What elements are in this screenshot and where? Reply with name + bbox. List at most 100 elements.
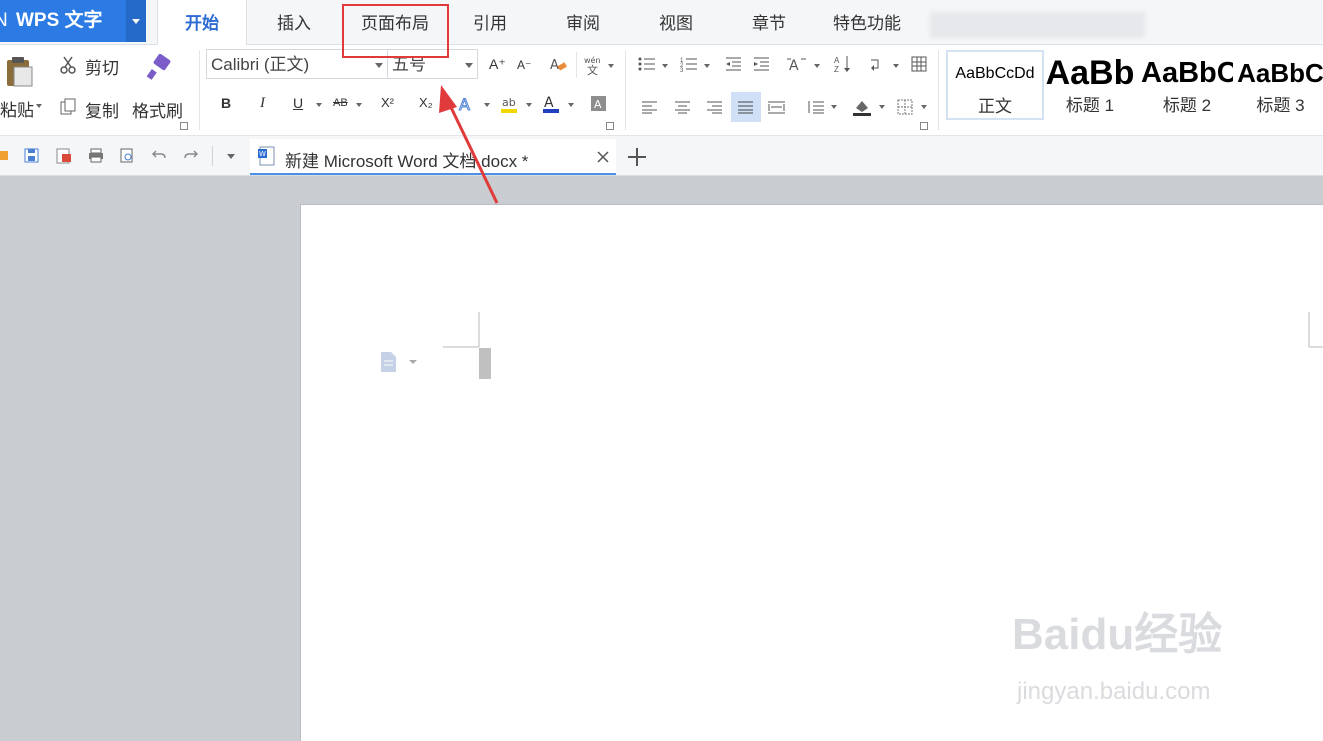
open-folder-icon[interactable] bbox=[0, 149, 8, 161]
format-painter-label[interactable]: 格式刷 bbox=[132, 97, 183, 122]
clipboard-dialog-launcher-icon[interactable] bbox=[180, 122, 188, 130]
line-spacing-icon[interactable] bbox=[807, 100, 825, 114]
highlight-dropdown-icon[interactable] bbox=[526, 103, 532, 107]
borders-icon[interactable] bbox=[897, 99, 913, 115]
paste-label[interactable]: 粘贴 bbox=[0, 96, 34, 121]
tab-view[interactable]: 视图 bbox=[636, 0, 716, 44]
increase-indent-icon[interactable] bbox=[754, 56, 770, 72]
annotation-highlight-box bbox=[342, 4, 449, 58]
export-pdf-icon[interactable] bbox=[56, 148, 72, 164]
tab-special-features[interactable]: 特色功能 bbox=[822, 0, 912, 44]
word-doc-icon: W bbox=[258, 146, 275, 166]
tab-label: 开始 bbox=[185, 14, 219, 33]
strikethrough-button[interactable]: AB bbox=[333, 97, 348, 109]
char-scale-dropdown-icon[interactable] bbox=[814, 64, 820, 68]
tab-insert[interactable]: 插入 bbox=[250, 0, 338, 44]
new-tab-plus-icon[interactable] bbox=[627, 147, 647, 167]
paragraph-layout-icon[interactable] bbox=[380, 350, 420, 374]
underline-button[interactable]: U bbox=[293, 95, 303, 111]
blurred-region bbox=[930, 12, 1145, 38]
italic-button[interactable]: I bbox=[260, 95, 265, 112]
style-name: 正文 bbox=[978, 97, 1012, 116]
paragraph-mark-icon[interactable] bbox=[869, 56, 885, 72]
style-name: 标题 3 bbox=[1256, 96, 1305, 115]
clear-format-icon[interactable]: A bbox=[550, 56, 568, 74]
phonetic-guide-icon[interactable]: wén 文 bbox=[583, 54, 605, 76]
style-heading-1[interactable]: AaBb 标题 1 bbox=[1044, 50, 1136, 118]
cut-label[interactable]: 剪切 bbox=[85, 54, 119, 79]
scissors-icon[interactable] bbox=[60, 56, 76, 74]
distributed-align-icon[interactable] bbox=[768, 100, 786, 114]
style-name: 标题 2 bbox=[1162, 96, 1212, 115]
shading-dropdown-icon[interactable] bbox=[879, 105, 885, 109]
grow-font-icon[interactable]: A⁺ bbox=[489, 56, 506, 73]
app-left-glyph: N bbox=[0, 10, 8, 31]
align-center-icon[interactable] bbox=[675, 100, 691, 114]
tab-start[interactable]: 开始 bbox=[157, 0, 247, 45]
shrink-font-icon[interactable]: A⁻ bbox=[517, 58, 531, 72]
copy-label[interactable]: 复制 bbox=[85, 97, 119, 122]
paragraph-mark-dropdown-icon[interactable] bbox=[893, 64, 899, 68]
quick-access-dropdown-icon[interactable] bbox=[227, 154, 235, 159]
font-dialog-launcher-icon[interactable] bbox=[606, 122, 614, 130]
divider bbox=[212, 146, 213, 166]
align-right-icon[interactable] bbox=[707, 100, 723, 114]
tab-review[interactable]: 审阅 bbox=[543, 0, 623, 44]
divider bbox=[199, 50, 200, 130]
paragraph-dialog-launcher-icon[interactable] bbox=[920, 122, 928, 130]
app-title: WPS 文字 bbox=[16, 10, 103, 31]
format-painter-icon[interactable] bbox=[145, 54, 173, 82]
tab-label: 特色功能 bbox=[833, 14, 901, 33]
subscript-button[interactable]: X₂ bbox=[419, 95, 433, 110]
annotation-arrow bbox=[439, 85, 499, 204]
font-color-icon[interactable]: A bbox=[542, 94, 560, 114]
divider bbox=[625, 50, 626, 130]
tab-references[interactable]: 引用 bbox=[450, 0, 530, 44]
margin-corner-mark bbox=[443, 312, 491, 379]
justify-button[interactable] bbox=[731, 92, 761, 122]
undo-icon[interactable] bbox=[152, 149, 166, 161]
underline-dropdown-icon[interactable] bbox=[316, 103, 322, 107]
paste-icon[interactable] bbox=[4, 54, 34, 88]
print-preview-icon[interactable] bbox=[120, 148, 135, 163]
numbering-dropdown-icon[interactable] bbox=[704, 64, 710, 68]
strike-dropdown-icon[interactable] bbox=[356, 103, 362, 107]
watermark-logo: Baidu经验 bbox=[1012, 610, 1223, 659]
align-left-icon[interactable] bbox=[642, 100, 658, 114]
char-shading-icon[interactable]: A bbox=[591, 96, 607, 112]
decrease-indent-icon[interactable] bbox=[726, 56, 742, 72]
svg-text:文: 文 bbox=[587, 63, 598, 76]
app-menu-button[interactable]: N WPS 文字 bbox=[0, 0, 126, 42]
document-tab[interactable]: W 新建 Microsoft Word 文档.docx * bbox=[250, 139, 616, 175]
phonetic-dropdown-icon[interactable] bbox=[608, 64, 614, 68]
sort-icon[interactable]: AZ bbox=[834, 55, 852, 73]
redo-icon[interactable] bbox=[184, 149, 198, 161]
svg-text:W: W bbox=[259, 150, 266, 158]
bullets-dropdown-icon[interactable] bbox=[662, 64, 668, 68]
print-icon[interactable] bbox=[88, 148, 104, 163]
bullets-icon[interactable] bbox=[638, 56, 656, 72]
copy-icon[interactable] bbox=[60, 98, 76, 116]
style-name: 标题 1 bbox=[1065, 96, 1115, 115]
app-menu-dropdown[interactable] bbox=[126, 0, 146, 42]
shading-icon[interactable] bbox=[852, 98, 872, 116]
line-spacing-dropdown-icon[interactable] bbox=[831, 105, 837, 109]
font-color-dropdown-icon[interactable] bbox=[568, 103, 574, 107]
paste-dropdown-icon[interactable] bbox=[36, 104, 42, 108]
tab-section[interactable]: 章节 bbox=[729, 0, 809, 44]
style-preview: AaBbC bbox=[1141, 57, 1233, 89]
divider bbox=[576, 52, 577, 78]
char-scale-icon[interactable]: A bbox=[787, 55, 807, 73]
style-normal[interactable]: AaBbCcDd 正文 bbox=[946, 50, 1044, 120]
numbering-icon[interactable]: 123 bbox=[680, 56, 698, 72]
tab-label: 视图 bbox=[659, 14, 693, 33]
superscript-button[interactable]: X² bbox=[381, 95, 394, 110]
table-icon[interactable] bbox=[911, 56, 927, 72]
borders-dropdown-icon[interactable] bbox=[921, 105, 927, 109]
style-heading-2[interactable]: AaBbC 标题 2 bbox=[1140, 50, 1234, 118]
tab-label: 引用 bbox=[473, 14, 507, 33]
bold-button[interactable]: B bbox=[221, 95, 231, 111]
style-heading-3[interactable]: AaBbC 标题 3 bbox=[1236, 50, 1323, 118]
close-tab-icon[interactable] bbox=[597, 151, 609, 163]
save-icon[interactable] bbox=[24, 148, 39, 163]
